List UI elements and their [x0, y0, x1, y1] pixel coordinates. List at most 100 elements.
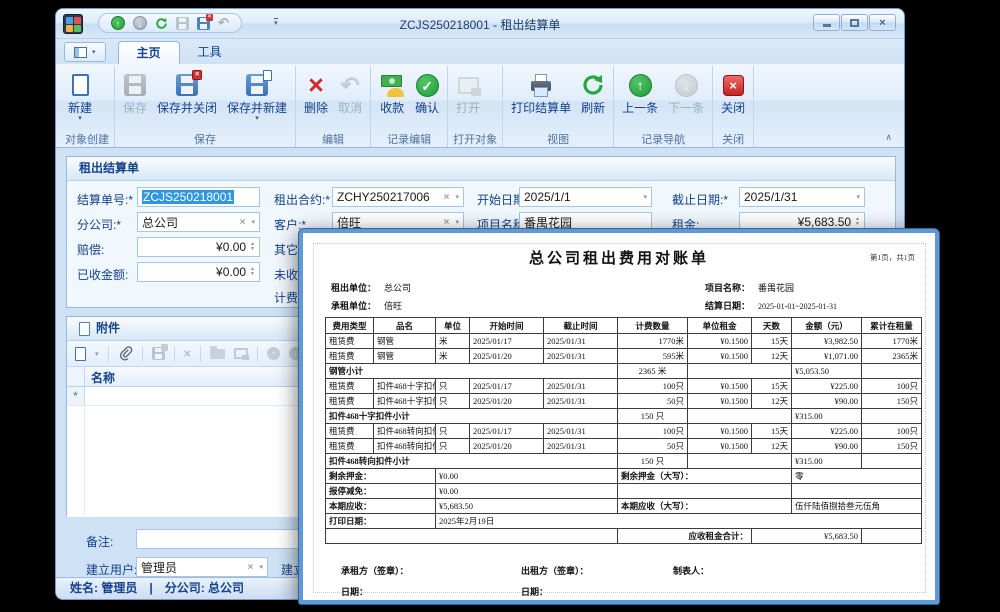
close-window-button[interactable]: × [869, 14, 896, 31]
ribbon-group-close: × 关闭 关闭 [713, 66, 754, 147]
report-cell: 595米 [618, 349, 688, 364]
spinner[interactable]: ▲▼ [250, 242, 255, 252]
next-record-icon[interactable]: ↓ [133, 16, 147, 30]
check-circle-icon: ✓ [416, 74, 439, 97]
save-button[interactable]: 保存 [118, 68, 152, 130]
delete-attachment-icon[interactable]: × [184, 346, 192, 361]
subtotal-amount: ¥315.00 [792, 454, 862, 469]
creator-combo[interactable]: 管理员 × ▾ [136, 557, 268, 577]
report-data-row: 租赁费扣件468转向扣件只2025/01/172025/01/31100只¥0.… [326, 424, 922, 439]
chevron-down-icon[interactable]: ▾ [455, 193, 459, 201]
minimize-button[interactable] [813, 14, 840, 31]
chevron-down-icon[interactable]: ▾ [643, 193, 647, 201]
qat-customize-button[interactable]: ▾ [274, 18, 278, 27]
ribbon-group-edit: × 删除 ↶ 取消 编辑 [296, 66, 371, 147]
summary-row: 本期应收： ¥5,683.50 本期应收（大写）： 伍仟陆佰捌拾叁元伍角 [326, 499, 922, 514]
confirm-button[interactable]: ✓ 确认 [410, 68, 444, 130]
print-settlement-button[interactable]: 打印结算单 [506, 68, 576, 130]
spinner[interactable]: ▲▼ [250, 267, 255, 277]
clear-icon[interactable]: × [248, 562, 254, 573]
report-cell: 米 [436, 334, 470, 349]
subtotal-qty: 2365 米 [618, 364, 688, 379]
undo-icon[interactable]: ↶ [218, 16, 229, 30]
subtotal-label: 扣件468转向扣件小计 [326, 454, 618, 469]
cancel-button[interactable]: ↶ 取消 [333, 68, 367, 130]
delete-button[interactable]: × 删除 [299, 68, 333, 130]
report-cell: 租赁费 [326, 424, 374, 439]
paperclip-icon[interactable] [118, 346, 133, 361]
save-attachment-icon[interactable] [152, 347, 165, 360]
report-column-header: 截止时间 [544, 318, 618, 334]
clear-icon[interactable]: × [240, 217, 246, 228]
folder-open-icon[interactable] [210, 349, 225, 359]
chevron-down-icon[interactable]: ▾ [251, 218, 255, 226]
subtotal-amount: ¥315.00 [792, 409, 862, 424]
summary-row: 报停减免： ¥0.00 [326, 484, 922, 499]
layout-icon [74, 47, 87, 58]
end-date-input[interactable]: 2025/1/31 ▾ [739, 187, 865, 207]
subtotal-label: 扣件468十字扣件小计 [326, 409, 618, 424]
report-cell: ¥0.1500 [688, 379, 752, 394]
clear-icon[interactable]: × [444, 217, 450, 228]
spinner[interactable]: ▲▼ [855, 217, 860, 227]
open-window-icon [458, 77, 479, 94]
report-cell: 只 [436, 379, 470, 394]
report-cell: 2025/01/17 [470, 379, 544, 394]
close-form-button[interactable]: × 关闭 [716, 68, 750, 130]
report-cell: 租赁费 [326, 334, 374, 349]
previous-record-button[interactable]: ↑ 上一条 [617, 68, 663, 130]
ribbon-group-view: 打印结算单 刷新 视图 [503, 66, 614, 147]
group-label: 编辑 [299, 130, 367, 148]
report-cell: 100只 [862, 424, 922, 439]
ribbon-collapse-button[interactable]: ∧ [885, 132, 892, 143]
ribbon-group-open: 打开 打开对象 [448, 66, 503, 147]
save-icon[interactable] [176, 17, 189, 30]
tab-tools[interactable]: 工具 [180, 41, 240, 64]
previous-record-icon[interactable]: ↑ [111, 16, 125, 30]
report-cell [688, 454, 792, 469]
report-column-header: 金额（元） [792, 318, 862, 334]
received-input[interactable]: ¥0.00 ▲▼ [137, 262, 260, 282]
save-and-new-button[interactable]: 保存并新建 ▾ [222, 68, 292, 130]
save-close-icon[interactable]: × [197, 17, 210, 30]
new-attachment-icon[interactable] [75, 347, 86, 361]
next-record-button[interactable]: ↓ 下一条 [663, 68, 709, 130]
lessee-row: 承租单位：倍旺 [331, 299, 402, 312]
received-label: 已收金额: [77, 266, 128, 283]
tab-home[interactable]: 主页 [118, 41, 180, 64]
ribbon-group-record-edit: 收款 ✓ 确认 记录编辑 [371, 66, 448, 147]
ribbon-group-save: 保存 × 保存并关闭 保存并新建 ▾ 保存 [115, 66, 296, 147]
receive-payment-button[interactable]: 收款 [374, 68, 410, 130]
chevron-down-icon[interactable]: ▾ [259, 563, 263, 571]
refresh-button[interactable]: 刷新 [576, 68, 610, 130]
subtotal-qty: 150 只 [618, 454, 688, 469]
clear-icon[interactable]: × [444, 192, 450, 203]
report-data-row: 租赁费扣件468十字扣件只2025/01/202025/01/3150只¥0.1… [326, 394, 922, 409]
settlement-no-input[interactable]: ZCJS250218001 [137, 187, 260, 207]
app-menu-button[interactable]: ▾ [64, 42, 106, 62]
contract-combo[interactable]: ZCHY250217006 × ▾ [332, 187, 464, 207]
group-label: 保存 [118, 130, 292, 148]
start-date-input[interactable]: 2025/1/1 ▾ [519, 187, 652, 207]
open-button[interactable]: 打开 [451, 68, 485, 130]
maximize-button[interactable] [841, 14, 868, 31]
new-button[interactable]: 新建 ▾ [63, 68, 97, 130]
save-and-close-button[interactable]: × 保存并关闭 [152, 68, 222, 130]
chevron-down-icon[interactable]: ▾ [856, 193, 860, 201]
compensation-input[interactable]: ¥0.00 ▲▼ [137, 237, 260, 257]
move-up-icon[interactable]: ↑ [267, 347, 280, 360]
name-column-header[interactable]: 名称 [85, 367, 115, 386]
chevron-down-icon[interactable]: ▾ [455, 218, 459, 226]
end-date-label: 截止日期:* [672, 191, 728, 208]
open-window-icon[interactable] [234, 348, 248, 359]
chevron-down-icon[interactable]: ▾ [95, 350, 99, 358]
report-header-row: 费用类型品名单位开始时间截止时间计费数量单位租金天数金额（元）累计在租量 [326, 318, 922, 334]
report-cell: 15天 [752, 379, 792, 394]
report-cell [862, 364, 922, 379]
new-row-marker: * [67, 387, 85, 405]
branch-combo[interactable]: 总公司 × ▾ [137, 212, 260, 232]
refresh-icon[interactable] [155, 17, 168, 30]
report-cell: 租赁费 [326, 394, 374, 409]
report-column-header: 单位 [436, 318, 470, 334]
report-cell: 2025/01/17 [470, 334, 544, 349]
